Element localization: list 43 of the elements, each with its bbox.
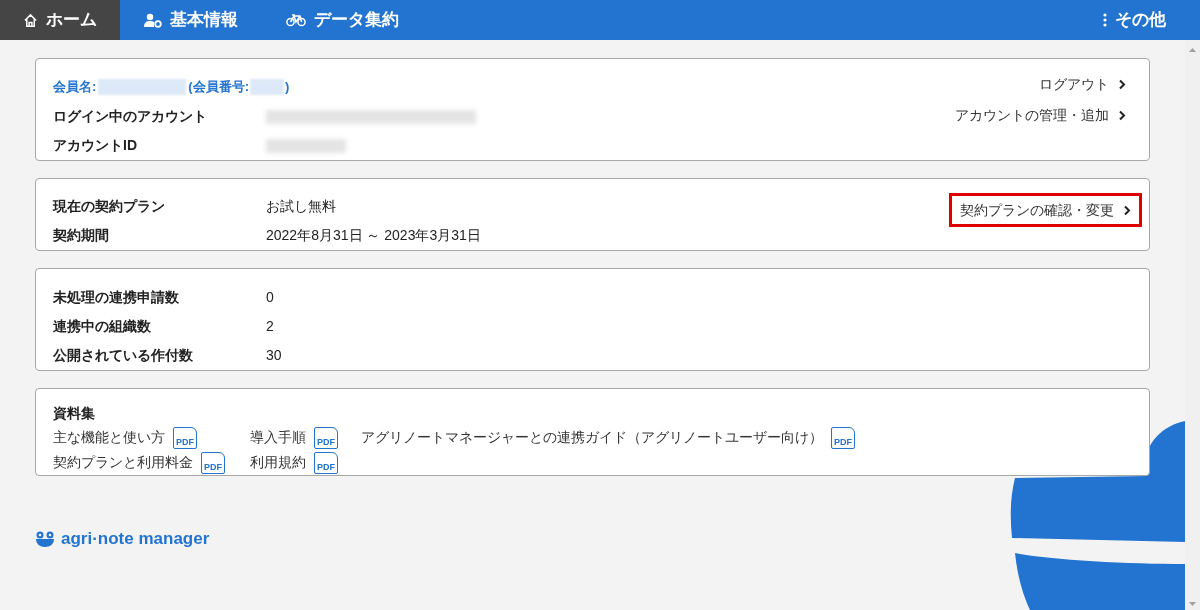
account-link[interactable]: アカウントの管理・追加 xyxy=(955,105,1126,126)
nav-tab[interactable]: ホーム xyxy=(0,0,120,40)
field-value: 0 xyxy=(266,288,274,307)
member-number-label: (会員番号: xyxy=(188,78,249,97)
more-menu-button[interactable]: その他 xyxy=(1103,0,1200,40)
scroll-down-icon[interactable] xyxy=(1189,602,1196,606)
document-link[interactable]: 契約プランと利用料金 PDF xyxy=(53,450,250,475)
field-label: 契約期間 xyxy=(53,226,110,245)
account-link[interactable]: ログアウト xyxy=(1039,74,1126,95)
field-value: 30 xyxy=(266,346,282,365)
field-label: アカウントID xyxy=(53,136,138,155)
chevron-icon xyxy=(1118,110,1126,121)
field-label: 未処理の連携申請数 xyxy=(53,288,180,307)
pdf-icon: PDF xyxy=(831,426,855,449)
document-link[interactable]: アグリノートマネージャーとの連携ガイド（アグリノートユーザー向け） PDF xyxy=(361,425,855,450)
user-gear-icon xyxy=(144,12,162,28)
pdf-icon: PDF xyxy=(314,426,338,449)
frog-logo-icon xyxy=(35,530,55,547)
bicycle-icon xyxy=(286,13,306,27)
field-label: 連携中の組織数 xyxy=(53,317,152,336)
plan-link[interactable]: 契約プランの確認・変更 xyxy=(949,193,1142,227)
member-name-label: 会員名: xyxy=(53,78,97,97)
scroll-up-icon[interactable] xyxy=(1189,48,1196,52)
document-link[interactable]: 主な機能と使い方 PDF xyxy=(53,425,250,450)
pdf-icon: PDF xyxy=(314,451,338,474)
field-label: 現在の契約プラン xyxy=(53,197,166,216)
member-number-close: ) xyxy=(285,78,290,97)
pdf-icon: PDF xyxy=(201,451,225,474)
document-link[interactable]: 利用規約 PDF xyxy=(250,450,361,475)
chevron-icon xyxy=(1123,204,1131,216)
section-title: 資料集 xyxy=(53,404,96,423)
home-icon xyxy=(23,12,38,28)
field-value: 2 xyxy=(266,317,274,336)
pdf-icon: PDF xyxy=(173,426,197,449)
field-label: 公開されている作付数 xyxy=(53,346,194,365)
field-value: 2022年8月31日 ～ 2023年3月31日 xyxy=(266,226,481,245)
more-vertical-icon xyxy=(1103,13,1107,27)
field-value: お試し無料 xyxy=(266,197,336,216)
footer-logo: agri·note manager xyxy=(35,526,1150,552)
field-label: ログイン中のアカウント xyxy=(53,107,208,126)
chevron-icon xyxy=(1118,79,1126,90)
redacted-value xyxy=(250,79,284,95)
document-link[interactable]: 導入手順 PDF xyxy=(250,425,361,450)
